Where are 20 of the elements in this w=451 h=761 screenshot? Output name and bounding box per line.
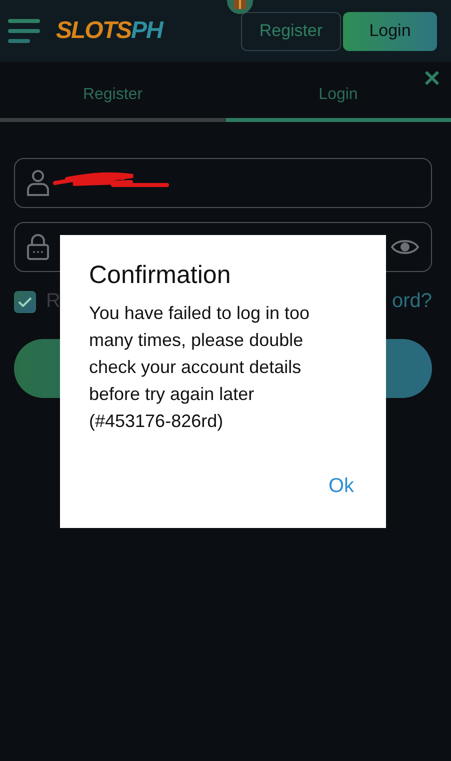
logo-text: SLOTS — [56, 17, 132, 45]
ok-button[interactable]: Ok — [328, 475, 354, 498]
eye-icon[interactable] — [391, 238, 419, 256]
menu-icon[interactable] — [8, 19, 40, 43]
tab[interactable]: Login — [226, 86, 451, 122]
user-icon — [27, 170, 49, 196]
forgot-password-link[interactable]: ord? — [392, 290, 432, 313]
close-icon[interactable] — [424, 70, 440, 86]
dialog-title: Confirmation — [89, 261, 232, 290]
username-field[interactable] — [14, 158, 432, 208]
tab[interactable]: Register — [0, 86, 226, 122]
submit-button[interactable] — [14, 339, 60, 398]
register-button[interactable]: Register — [241, 12, 341, 50]
login-button[interactable]: Login — [343, 12, 437, 50]
checkbox[interactable] — [14, 290, 36, 312]
dialog-message: You have failed to log in too many times, please double check your account details before try again later (#453176-826rd) — [89, 302, 311, 433]
logo-text: PH — [131, 17, 162, 45]
lock-icon — [27, 234, 49, 260]
submit-button[interactable] — [386, 339, 432, 398]
check-icon — [18, 296, 32, 306]
